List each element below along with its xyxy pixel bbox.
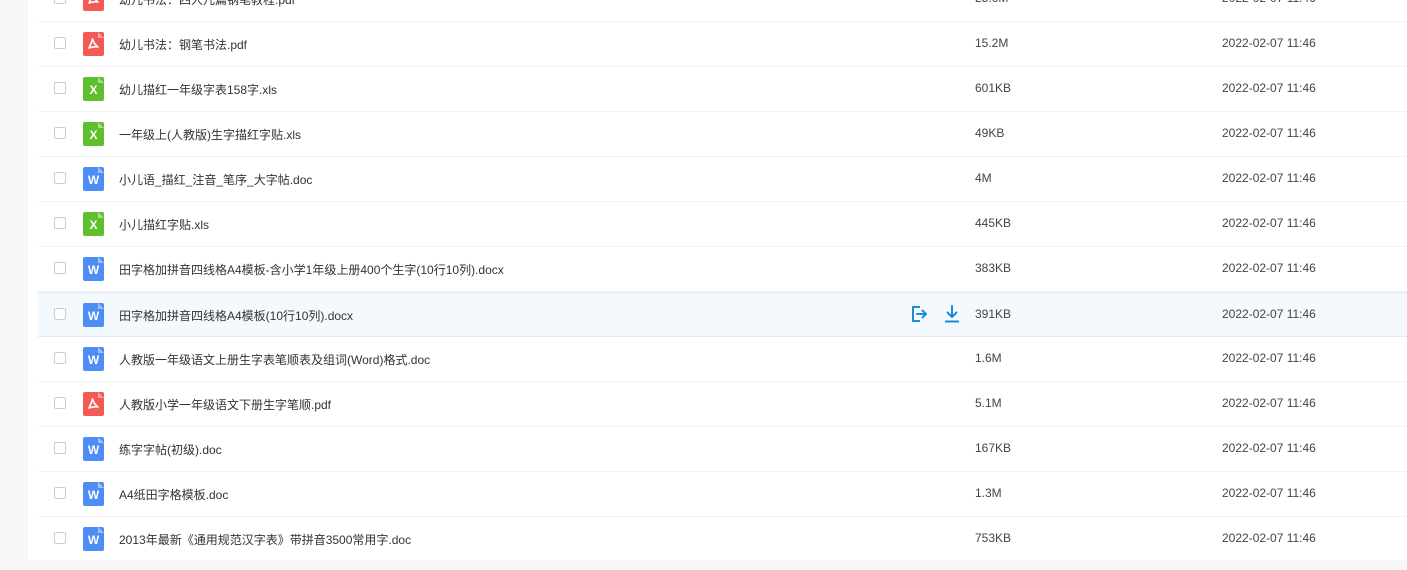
- row-checkbox[interactable]: [54, 352, 66, 364]
- excel-file-icon: X: [83, 77, 104, 101]
- file-row[interactable]: W 小儿语_描红_注音_笔序_大字帖.doc 4M 2022-02-07 11:46: [38, 157, 1407, 202]
- word-file-icon: W: [83, 167, 104, 191]
- file-name[interactable]: 小儿描红字贴.xls: [119, 216, 209, 233]
- modified-date: 2022-02-07 11:46: [1222, 261, 1316, 275]
- row-checkbox[interactable]: [54, 397, 66, 409]
- pdf-file-icon: [83, 0, 104, 11]
- modified-date: 2022-02-07 11:46: [1222, 351, 1316, 365]
- file-name[interactable]: 田字格加拼音四线格A4模板-含小学1年级上册400个生字(10行10列).doc…: [119, 261, 504, 278]
- file-name[interactable]: A4纸田字格模板.doc: [119, 486, 228, 503]
- svg-text:X: X: [89, 218, 97, 232]
- file-row[interactable]: 幼儿书法：四人儿篇钢笔教程.pdf 25.6M 2022-02-07 11:46: [38, 0, 1407, 22]
- file-size: 1.6M: [975, 351, 1002, 365]
- file-row[interactable]: X 一年级上(人教版)生字描红字贴.xls 49KB 2022-02-07 11:46: [38, 112, 1407, 157]
- file-size: 391KB: [975, 307, 1012, 321]
- file-row[interactable]: W 田字格加拼音四线格A4模板-含小学1年级上册400个生字(10行10列).do…: [38, 247, 1407, 292]
- file-name[interactable]: 人教版一年级语文上册生字表笔顺表及组词(Word)格式.doc: [119, 351, 430, 368]
- share-icon[interactable]: [909, 304, 929, 324]
- file-name[interactable]: 幼儿描红一年级字表158字.xls: [119, 81, 277, 98]
- word-file-icon: W: [83, 482, 104, 506]
- file-name[interactable]: 幼儿书法：四人儿篇钢笔教程.pdf: [119, 0, 295, 8]
- excel-file-icon: X: [83, 122, 104, 146]
- file-row[interactable]: X 幼儿描红一年级字表158字.xls 601KB 2022-02-07 11:46: [38, 67, 1407, 112]
- row-checkbox[interactable]: [54, 0, 66, 4]
- svg-text:X: X: [89, 128, 97, 142]
- row-checkbox[interactable]: [54, 127, 66, 139]
- modified-date: 2022-02-07 11:46: [1222, 486, 1316, 500]
- row-checkbox[interactable]: [54, 262, 66, 274]
- file-size: 167KB: [975, 441, 1012, 455]
- pdf-file-icon: [83, 32, 104, 56]
- row-checkbox[interactable]: [54, 82, 66, 94]
- file-list: 幼儿书法：四人儿篇钢笔教程.pdf25.6M2022-02-07 11:46幼儿…: [28, 0, 1407, 560]
- modified-date: 2022-02-07 11:46: [1222, 396, 1316, 410]
- modified-date: 2022-02-07 11:46: [1222, 126, 1316, 140]
- file-name[interactable]: 小儿语_描红_注音_笔序_大字帖.doc: [119, 171, 312, 188]
- file-row[interactable]: X 小儿描红字贴.xls 445KB 2022-02-07 11:46: [38, 202, 1407, 247]
- row-checkbox[interactable]: [54, 217, 66, 229]
- file-size: 5.1M: [975, 396, 1002, 410]
- file-size: 25.6M: [975, 0, 1008, 5]
- row-checkbox[interactable]: [54, 308, 66, 320]
- file-row[interactable]: W 练字字帖(初级).doc 167KB 2022-02-07 11:46: [38, 427, 1407, 472]
- modified-date: 2022-02-07 11:46: [1222, 0, 1316, 5]
- modified-date: 2022-02-07 11:46: [1222, 81, 1316, 95]
- file-size: 1.3M: [975, 486, 1002, 500]
- row-checkbox[interactable]: [54, 172, 66, 184]
- svg-text:W: W: [88, 353, 100, 367]
- file-row[interactable]: W 人教版一年级语文上册生字表笔顺表及组词(Word)格式.doc 1.6M 2022…: [38, 337, 1407, 382]
- word-file-icon: W: [83, 347, 104, 371]
- file-name[interactable]: 2013年最新《通用规范汉字表》带拼音3500常用字.doc: [119, 531, 411, 548]
- word-file-icon: W: [83, 527, 104, 551]
- modified-date: 2022-02-07 11:46: [1222, 171, 1316, 185]
- file-size: 4M: [975, 171, 992, 185]
- modified-date: 2022-02-07 11:46: [1222, 36, 1316, 50]
- row-checkbox[interactable]: [54, 532, 66, 544]
- svg-text:W: W: [88, 309, 100, 323]
- file-row[interactable]: W A4纸田字格模板.doc 1.3M 2022-02-07 11:46: [38, 472, 1407, 517]
- row-checkbox[interactable]: [54, 442, 66, 454]
- file-size: 601KB: [975, 81, 1012, 95]
- file-size: 753KB: [975, 531, 1012, 545]
- file-name[interactable]: 练字字帖(初级).doc: [119, 441, 222, 458]
- file-row[interactable]: W 2013年最新《通用规范汉字表》带拼音3500常用字.doc 753KB 2022…: [38, 517, 1407, 560]
- modified-date: 2022-02-07 11:46: [1222, 307, 1316, 321]
- file-size: 445KB: [975, 216, 1012, 230]
- file-name[interactable]: 一年级上(人教版)生字描红字贴.xls: [119, 126, 301, 143]
- row-checkbox[interactable]: [54, 37, 66, 49]
- file-row[interactable]: 人教版小学一年级语文下册生字笔顺.pdf 5.1M 2022-02-07 11:46: [38, 382, 1407, 427]
- svg-text:W: W: [88, 263, 100, 277]
- svg-text:W: W: [88, 443, 100, 457]
- modified-date: 2022-02-07 11:46: [1222, 441, 1316, 455]
- svg-text:W: W: [88, 488, 100, 502]
- excel-file-icon: X: [83, 212, 104, 236]
- row-checkbox[interactable]: [54, 487, 66, 499]
- word-file-icon: W: [83, 437, 104, 461]
- file-name[interactable]: 田字格加拼音四线格A4模板(10行10列).docx: [119, 307, 353, 324]
- file-row[interactable]: 幼儿书法：钢笔书法.pdf 15.2M 2022-02-07 11:46: [38, 22, 1407, 67]
- svg-text:W: W: [88, 173, 100, 187]
- file-row[interactable]: W 田字格加拼音四线格A4模板(10行10列).docx 391KB 2022-02-…: [38, 292, 1407, 337]
- svg-text:W: W: [88, 533, 100, 547]
- word-file-icon: W: [83, 303, 104, 327]
- file-size: 49KB: [975, 126, 1005, 140]
- file-name[interactable]: 人教版小学一年级语文下册生字笔顺.pdf: [119, 396, 331, 413]
- svg-text:X: X: [89, 83, 97, 97]
- pdf-file-icon: [83, 392, 104, 416]
- modified-date: 2022-02-07 11:46: [1222, 531, 1316, 545]
- download-icon[interactable]: [942, 304, 962, 324]
- word-file-icon: W: [83, 257, 104, 281]
- file-name[interactable]: 幼儿书法：钢笔书法.pdf: [119, 36, 247, 53]
- file-size: 15.2M: [975, 36, 1009, 50]
- file-size: 383KB: [975, 261, 1012, 275]
- modified-date: 2022-02-07 11:46: [1222, 216, 1316, 230]
